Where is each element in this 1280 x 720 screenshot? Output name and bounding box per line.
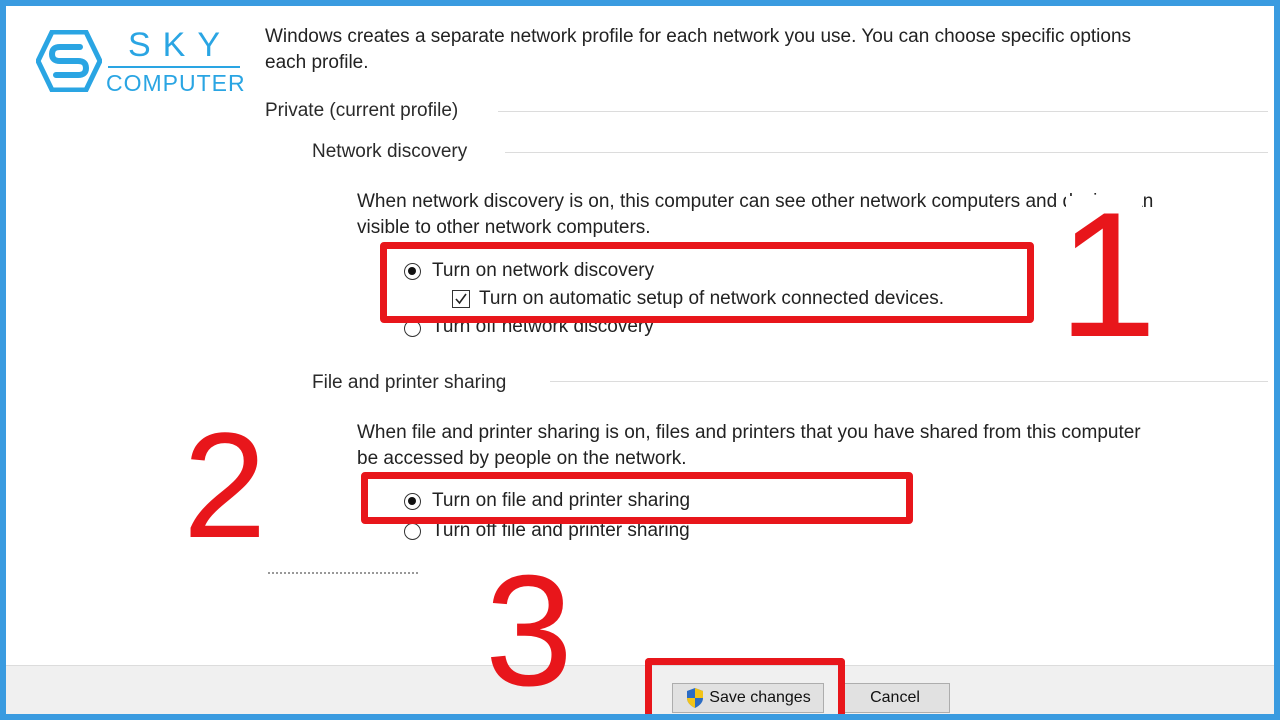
step-number-3: 3	[485, 543, 573, 719]
file-sharing-divider	[550, 381, 1268, 382]
cancel-label: Cancel	[870, 689, 920, 706]
guest-public-heading-clipped	[268, 572, 418, 580]
highlight-box-network-discovery	[380, 242, 1034, 323]
network-discovery-desc-line1: When network discovery is on, this compu…	[357, 191, 1154, 212]
logo-icon	[36, 30, 102, 92]
command-bar	[6, 665, 1274, 715]
step-number-2: 2	[183, 401, 267, 569]
file-sharing-desc-line2: be accessed by people on the network.	[357, 448, 687, 469]
network-discovery-heading: Network discovery	[312, 141, 468, 162]
file-sharing-heading: File and printer sharing	[312, 372, 507, 393]
network-discovery-desc-line2: visible to other network computers.	[357, 217, 651, 238]
highlight-box-file-sharing	[361, 472, 913, 524]
intro-text-line1: Windows creates a separate network profi…	[265, 26, 1132, 47]
profile-label[interactable]: Private (current profile)	[265, 100, 458, 122]
highlight-box-save-changes	[645, 658, 845, 720]
cancel-button[interactable]: Cancel	[840, 683, 950, 713]
step-number-1: 1	[1058, 175, 1157, 374]
profile-divider	[498, 111, 1268, 112]
file-sharing-off-radio[interactable]	[404, 523, 421, 540]
logo-title: SKY	[128, 26, 233, 64]
file-sharing-desc-line1: When file and printer sharing is on, fil…	[357, 422, 1141, 443]
logo-subtitle: COMPUTER	[106, 70, 246, 96]
network-discovery-divider	[505, 152, 1268, 153]
logo-divider	[108, 66, 240, 68]
intro-text-line2: each profile.	[265, 52, 369, 73]
